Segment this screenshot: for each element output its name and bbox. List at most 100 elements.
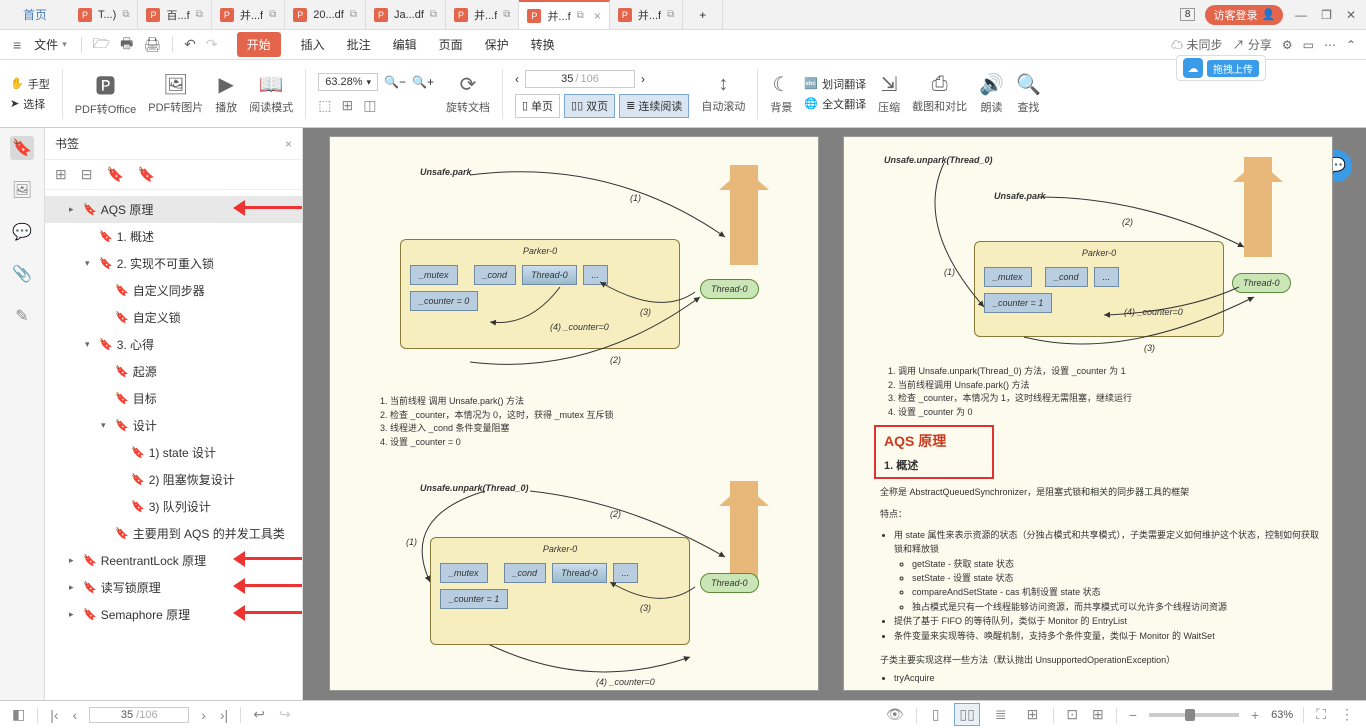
notification-count[interactable]: 8 (1180, 8, 1196, 21)
share-button[interactable]: ↗ 分享 (1232, 36, 1271, 53)
back-icon[interactable]: ↩ (251, 706, 267, 723)
doc-tab-6[interactable]: P并...f⧉× (519, 0, 609, 29)
select-tool[interactable]: ➤选择 (10, 96, 50, 112)
pdf-to-image[interactable]: 🖼PDF转图片 (148, 72, 203, 115)
popout-icon[interactable]: ⧉ (667, 9, 674, 20)
sync-button[interactable]: ☁ 未同步 (1171, 36, 1222, 53)
bookmark-item[interactable]: ▸🔖ReentrantLock 原理 (45, 547, 302, 574)
actual-size-icon[interactable]: ◫ (363, 97, 376, 114)
bookmark-item[interactable]: 🔖3) 队列设计 (45, 493, 302, 520)
more-status-icon[interactable]: ⋮ (1338, 706, 1356, 723)
zoom-input[interactable]: 63.28%▾ (318, 73, 378, 91)
first-page-icon[interactable]: |‹ (48, 707, 60, 723)
doc-tab-0[interactable]: PT...)⧉ (70, 0, 138, 29)
new-tab-button[interactable]: + (683, 0, 723, 29)
read-aloud[interactable]: 🔊朗读 (979, 72, 1004, 115)
doc-tab-3[interactable]: P20...df⧉ (285, 0, 366, 29)
thumbnail-rail-icon[interactable]: 🖼 (10, 178, 34, 202)
attachment-rail-icon[interactable]: 📎 (10, 262, 34, 286)
popout-icon[interactable]: ⧉ (196, 9, 203, 20)
tree-twisty-icon[interactable]: ▸ (69, 582, 79, 593)
popout-icon[interactable]: ⧉ (269, 9, 276, 20)
tree-twisty-icon[interactable]: ▾ (101, 420, 111, 431)
bookmark-item[interactable]: ▸🔖Semaphore 原理 (45, 601, 302, 628)
zoom-in-icon[interactable]: + (1249, 707, 1261, 723)
tree-twisty-icon[interactable]: ▾ (85, 258, 95, 269)
bookmark-item[interactable]: 🔖2) 阻塞恢复设计 (45, 466, 302, 493)
view-single-icon[interactable]: ▯ (927, 703, 945, 726)
zoom-in-icon[interactable]: 🔍+ (412, 75, 434, 89)
bookmark-item[interactable]: 🔖自定义同步器 (45, 277, 302, 304)
expand-icon[interactable]: ⊞ (55, 166, 67, 183)
menu-tab-protect[interactable]: 保护 (483, 32, 511, 57)
menu-tab-edit[interactable]: 编辑 (391, 32, 419, 57)
play-button[interactable]: ▶播放 (215, 72, 237, 115)
hamburger-icon[interactable]: ≡ (10, 37, 24, 53)
menu-tab-annotate[interactable]: 批注 (345, 32, 373, 57)
bookmark-item[interactable]: ▸🔖读写锁原理 (45, 574, 302, 601)
pdf-to-office[interactable]: 🅿PDF转Office (75, 70, 137, 117)
bookmark-item[interactable]: ▾🔖设计 (45, 412, 302, 439)
undo-icon[interactable]: ↶ (181, 36, 199, 53)
bookmark-item[interactable]: 🔖1) state 设计 (45, 439, 302, 466)
bookmark-alt-icon[interactable]: 🔖 (138, 166, 155, 183)
fit-page-icon[interactable]: ⊞ (341, 97, 353, 114)
eye-icon[interactable]: 👁 (884, 706, 906, 723)
hand-tool[interactable]: ✋手型 (10, 76, 50, 92)
drag-upload-widget[interactable]: ☁ 拖拽上传 (1176, 55, 1266, 81)
compare-button[interactable]: ⎙截图和对比 (912, 73, 967, 114)
doc-tab-5[interactable]: P并...f⧉ (446, 0, 519, 29)
popout-icon[interactable]: ⧉ (122, 9, 129, 20)
page-input[interactable]: 35/106 (525, 70, 635, 88)
bookmark-item[interactable]: 🔖主要用到 AQS 的并发工具类 (45, 520, 302, 547)
view-grid-icon[interactable]: ⊞ (1022, 703, 1044, 726)
popout-icon[interactable]: ⧉ (350, 9, 357, 20)
view-double-icon[interactable]: ▯▯ (954, 703, 979, 726)
save-icon[interactable]: 🖶 (117, 33, 136, 57)
zoom-slider[interactable] (1149, 713, 1239, 717)
print-icon[interactable]: 🖨 (140, 36, 164, 53)
continuous-button[interactable]: ≣ 连续阅读 (619, 94, 689, 118)
fit-width-icon[interactable]: ⊡ (1064, 706, 1080, 723)
background-button[interactable]: ☾背景 (770, 72, 792, 115)
sidebar-toggle-icon[interactable]: ◧ (10, 706, 27, 723)
gear-icon[interactable]: ⚙ (1282, 38, 1293, 52)
file-menu[interactable]: 文件▾ (28, 34, 73, 55)
bookmark-item[interactable]: ▾🔖3. 心得 (45, 331, 302, 358)
tree-twisty-icon[interactable]: ▾ (85, 339, 95, 350)
forward-icon[interactable]: ↪ (277, 706, 293, 723)
collapse-icon[interactable]: ⊟ (81, 166, 93, 183)
prev-page-icon[interactable]: ‹ (71, 707, 80, 723)
menu-tab-page[interactable]: 页面 (437, 32, 465, 57)
view-continuous-icon[interactable]: ≣ (990, 703, 1012, 726)
compress-button[interactable]: ⇲压缩 (878, 72, 900, 115)
close-tab-icon[interactable]: × (594, 9, 601, 23)
zoom-out-icon[interactable]: − (1127, 707, 1139, 723)
home-tab[interactable]: 首页 (0, 0, 70, 29)
document-viewport[interactable]: 💬 Unsafe.park Thread-0 Parker-0 _mutex _… (303, 128, 1366, 700)
more-icon[interactable]: ⋯ (1324, 38, 1336, 52)
menu-tab-start[interactable]: 开始 (237, 32, 281, 57)
next-page-icon[interactable]: › (199, 707, 208, 723)
tree-twisty-icon[interactable]: ▸ (69, 555, 79, 566)
bookmark-item[interactable]: ▾🔖2. 实现不可重入锁 (45, 250, 302, 277)
redo-icon[interactable]: ↷ (203, 36, 221, 53)
tree-twisty-icon[interactable]: ▸ (69, 204, 79, 215)
bookmark-item[interactable]: 🔖自定义锁 (45, 304, 302, 331)
bookmark-item[interactable]: 🔖起源 (45, 358, 302, 385)
doc-tab-4[interactable]: PJa...df⧉ (366, 0, 446, 29)
bookmark-item[interactable]: 🔖1. 概述 (45, 223, 302, 250)
bookmark-item[interactable]: ▸🔖AQS 原理 (45, 196, 302, 223)
zoom-out-icon[interactable]: 🔍− (384, 75, 406, 89)
collapse-ribbon-icon[interactable]: ⌃ (1346, 38, 1356, 52)
zoom-percent[interactable]: 63% (1271, 709, 1293, 721)
comment-rail-icon[interactable]: 💬 (10, 220, 34, 244)
last-page-icon[interactable]: ›| (218, 707, 230, 723)
restore-icon[interactable]: ❐ (1319, 8, 1334, 22)
close-panel-icon[interactable]: × (285, 137, 292, 151)
doc-tab-1[interactable]: P百...f⧉ (138, 0, 211, 29)
menu-tab-insert[interactable]: 插入 (299, 32, 327, 57)
auto-scroll[interactable]: ↕自动滚动 (701, 73, 745, 114)
double-page-button[interactable]: ▯▯ 双页 (564, 94, 615, 118)
popout-icon[interactable]: ⧉ (577, 10, 584, 21)
